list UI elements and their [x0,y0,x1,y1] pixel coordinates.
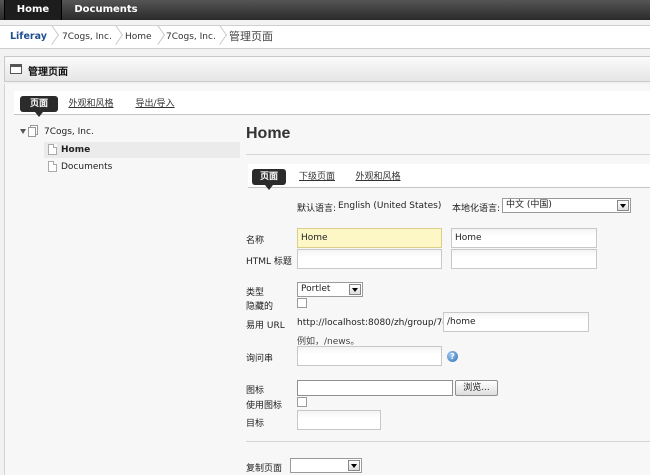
html-title-localized-input[interactable] [451,249,597,269]
dock-bar: Home Documents [0,0,650,20]
breadcrumb-liferay[interactable]: Liferay [10,26,47,48]
dock-tab-home[interactable]: Home [4,0,62,20]
default-language-label: 默认语言: [297,204,337,214]
site-pages-icon [28,125,39,137]
breadcrumb-current: 管理页面 [229,30,273,43]
type-label: 类型 [246,288,265,298]
breadcrumb-separator-icon [46,26,56,48]
divider [246,441,650,442]
tree-collapse-icon[interactable] [20,129,26,134]
localized-language-value: 中文 (中国) [506,200,552,210]
page-icon [48,161,57,172]
chevron-down-icon [348,460,360,471]
copy-page-label: 复制页面 [246,464,283,474]
breadcrumb: Liferay 7Cogs, Inc. Home 7Cogs, Inc. 管理页… [0,25,650,49]
tree-item-home[interactable]: Home [44,142,240,158]
tab-child-pages[interactable]: 下级页面 [296,169,338,185]
divider [246,154,650,155]
breadcrumb-separator-icon [110,26,120,48]
hidden-label: 隐藏的 [246,302,274,312]
friendly-url-label: 易用 URL [246,321,285,331]
breadcrumb-separator-icon [214,26,224,48]
portlet-header: 管理页面 [4,56,650,82]
chevron-down-icon [617,200,629,211]
localized-language-label: 本地化语言: [452,204,501,214]
breadcrumb-home[interactable]: Home [125,26,152,48]
icon-label: 图标 [246,386,265,396]
breadcrumb-separator-icon [152,26,162,48]
target-input[interactable] [297,410,381,430]
dock-tab-documents[interactable]: Documents [66,0,146,20]
friendly-url-prefix: http://localhost:8080/zh/group/7cogs [297,318,464,328]
localized-language-select[interactable]: 中文 (中国) [502,198,631,213]
tree-item-root[interactable]: 7Cogs, Inc. [44,124,94,140]
html-title-input[interactable] [297,249,442,269]
page-tabs: 页面 下级页面 外观和风格 [248,164,650,190]
tab-page[interactable]: 页面 [252,169,286,190]
tree-item-label: Documents [61,162,113,172]
browse-button[interactable]: 浏览... [455,380,498,396]
tree-item-label: Home [61,145,91,155]
name-label: 名称 [246,236,265,246]
breadcrumb-7cogs[interactable]: 7Cogs, Inc. [62,26,112,48]
tab-export-import[interactable]: 导出/导入 [132,96,178,112]
page-title: Home [246,125,291,142]
help-icon[interactable]: ? [447,351,458,362]
tree-item-documents[interactable]: Documents [44,159,240,175]
use-icon-checkbox[interactable] [297,397,307,407]
window-icon [10,64,22,74]
target-label: 目标 [246,419,265,429]
breadcrumb-7cogs-2[interactable]: 7Cogs, Inc. [166,26,216,48]
use-icon-label: 使用图标 [246,401,283,411]
name-localized-input[interactable]: Home [451,228,597,248]
friendly-url-input[interactable]: /home [443,312,589,332]
icon-file-input[interactable] [297,380,453,396]
type-value: Portlet [301,284,331,294]
portlet-title: 管理页面 [28,67,68,78]
name-input[interactable]: Home [297,228,442,248]
page-icon [48,144,57,155]
tab-pages[interactable]: 页面 [20,96,58,117]
tab-page-look-and-feel[interactable]: 外观和风格 [352,169,404,185]
hidden-checkbox[interactable] [297,298,307,308]
html-title-label: HTML 标题 [246,257,292,267]
type-select[interactable]: Portlet [297,282,363,297]
chevron-down-icon [349,284,361,295]
query-string-input[interactable] [297,346,442,366]
copy-page-select[interactable] [290,458,362,473]
tab-look-and-feel[interactable]: 外观和风格 [65,96,117,112]
default-language-value: English (United States) [338,201,442,211]
query-string-label: 询问串 [246,354,274,364]
main-tabs: 页面 外观和风格 导出/导入 [14,91,650,117]
